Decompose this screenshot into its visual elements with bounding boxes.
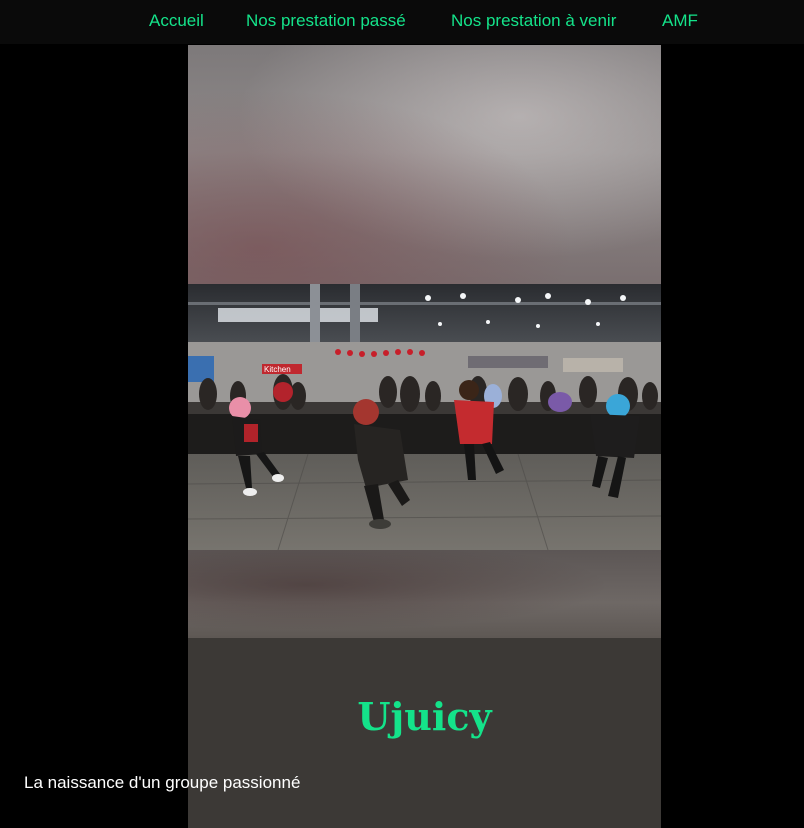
top-navigation: Accueil Nos prestation passé Nos prestat… [0,0,804,44]
nav-link-accueil[interactable]: Accueil [149,11,204,31]
venue-sign: Kitchen [264,365,291,374]
video-blur-top [188,45,661,284]
hero-title: Ujuicy [357,694,492,739]
video-frame-dance-performance: Kitchen [188,284,661,550]
nav-link-prestations-passees[interactable]: Nos prestation passé [246,11,406,31]
page: Accueil Nos prestation passé Nos prestat… [0,0,804,828]
hero-subtitle: La naissance d'un groupe passionné [24,773,301,792]
nav-link-amf[interactable]: AMF [662,11,698,31]
nav-link-prestations-a-venir[interactable]: Nos prestation à venir [451,11,616,31]
video-blur-bottom [188,550,661,638]
